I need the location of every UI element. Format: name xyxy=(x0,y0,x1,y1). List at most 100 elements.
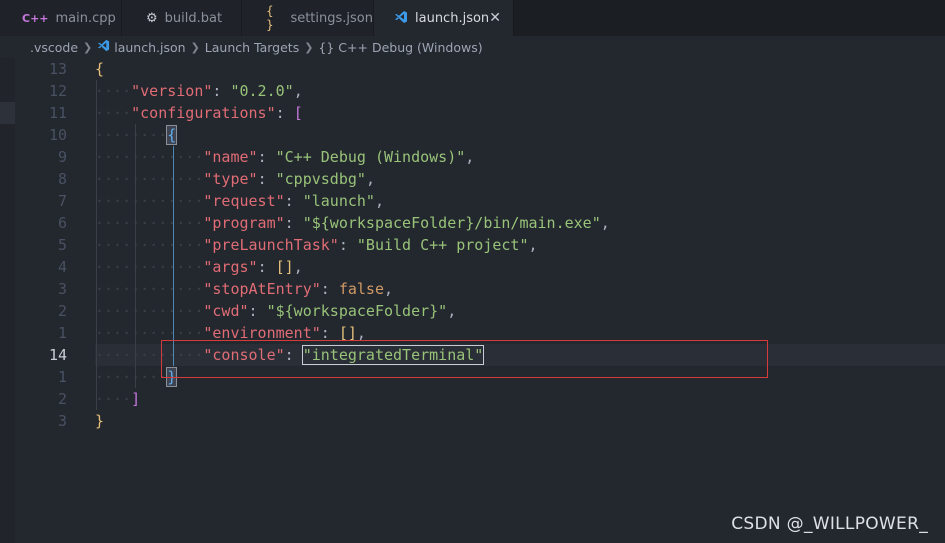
line-number: 5 xyxy=(57,236,67,254)
code-line[interactable]: 12 ····"version": "0.2.0", xyxy=(0,80,945,102)
breadcrumb-item[interactable]: {} C++ Debug (Windows) xyxy=(318,40,482,55)
whitespace-dots: ···· xyxy=(95,390,132,408)
code-token: , xyxy=(293,258,303,276)
code-token: [ xyxy=(293,104,303,122)
indent-guide xyxy=(96,80,97,410)
code-token: : xyxy=(284,192,303,210)
code-line[interactable]: 13 { xyxy=(0,58,945,80)
breadcrumb: .vscode ❯ launch.json ❯ Launch Targets ❯… xyxy=(0,36,945,58)
whitespace-dots: ············ xyxy=(95,236,204,254)
code-line[interactable]: 7 ············"request": "launch", xyxy=(0,190,945,212)
code-line[interactable]: 5 ············"preLaunchTask": "Build C++… xyxy=(0,234,945,256)
tab-label: launch.json xyxy=(415,10,490,26)
code-editor[interactable]: 13{12 ····"version": "0.2.0", 11 ····"confi… xyxy=(0,58,945,543)
tab-label: main.cpp xyxy=(55,10,116,26)
code-line[interactable]: 3 ············"stopAtEntry": false, xyxy=(0,278,945,300)
json-icon: { } xyxy=(266,4,274,32)
code-text[interactable]: ············"args": [], xyxy=(95,256,303,278)
tab-settings-json[interactable]: { } settings.json xyxy=(242,0,374,36)
code-token: ] xyxy=(131,390,141,408)
code-token: : xyxy=(257,258,276,276)
breadcrumb-section[interactable]: Launch Targets xyxy=(205,40,299,55)
tab-main-cpp[interactable]: C++ main.cpp xyxy=(0,0,122,36)
watermark: CSDN @_WILLPOWER_ xyxy=(731,514,928,534)
line-number: 1 xyxy=(57,324,67,342)
code-text[interactable]: ············"preLaunchTask": "Build C++ … xyxy=(95,234,538,256)
whitespace-dots: ···· xyxy=(95,82,132,100)
code-line[interactable]: 6 ············"program": "${workspaceFold… xyxy=(0,212,945,234)
tab-build-bat[interactable]: ⚙ build.bat xyxy=(122,0,242,36)
code-line[interactable]: 2 ····] xyxy=(0,388,945,410)
code-text[interactable]: ····"configurations": [ xyxy=(95,102,303,124)
code-text[interactable]: ············"name": "C++ Debug (Windows)… xyxy=(95,146,474,168)
code-token: : xyxy=(257,148,276,166)
whitespace-dots: ············ xyxy=(95,170,204,188)
line-number: 12 xyxy=(48,82,67,100)
line-number: 3 xyxy=(57,280,67,298)
code-token: : xyxy=(212,82,231,100)
line-number: 9 xyxy=(57,148,67,166)
gear-icon: ⚙ xyxy=(146,10,158,26)
code-token: { xyxy=(95,60,105,78)
code-text[interactable]: { xyxy=(95,58,104,80)
tab-bar: C++ main.cpp ⚙ build.bat { } settings.js… xyxy=(0,0,945,36)
code-text[interactable]: ············"cwd": "${workspaceFolder}", xyxy=(95,300,456,322)
code-text[interactable]: ····] xyxy=(95,388,140,410)
code-token: : xyxy=(257,170,276,188)
code-token: "cwd" xyxy=(203,302,249,320)
code-token: , xyxy=(293,82,303,100)
close-icon[interactable]: ✕ xyxy=(489,10,501,26)
code-token: "configurations" xyxy=(131,104,276,122)
code-token: , xyxy=(465,148,475,166)
code-text[interactable]: ············"stopAtEntry": false, xyxy=(95,278,393,300)
whitespace-dots: ············ xyxy=(95,214,204,232)
line-number: 13 xyxy=(48,60,67,78)
code-text[interactable]: } xyxy=(95,410,104,432)
whitespace-dots: ············ xyxy=(95,258,204,276)
line-number: 2 xyxy=(57,390,67,408)
line-number: 7 xyxy=(57,192,67,210)
line-number: 2 xyxy=(57,302,67,320)
code-line[interactable]: 11 ····"configurations": [ xyxy=(0,102,945,124)
code-token: : xyxy=(338,236,357,254)
tab-label: settings.json xyxy=(290,10,373,26)
code-line[interactable]: 9 ············"name": "C++ Debug (Windows… xyxy=(0,146,945,168)
code-text[interactable]: ············"type": "cppvsdbg", xyxy=(95,168,375,190)
tab-label: build.bat xyxy=(164,10,223,26)
code-token: [] xyxy=(275,258,294,276)
code-token: "cppvsdbg" xyxy=(275,170,366,188)
code-line[interactable]: 4 ············"args": [], xyxy=(0,256,945,278)
code-token: "stopAtEntry" xyxy=(203,280,321,298)
whitespace-dots: ············ xyxy=(95,302,204,320)
code-text[interactable]: ····"version": "0.2.0", xyxy=(95,80,303,102)
line-number: 3 xyxy=(57,412,67,430)
tab-launch-json[interactable]: launch.json ✕ xyxy=(374,0,514,36)
chevron-right-icon: ❯ xyxy=(190,40,200,54)
breadcrumb-folder[interactable]: .vscode xyxy=(30,40,78,55)
annotation-highlight-box xyxy=(161,340,768,378)
code-token: "name" xyxy=(203,148,258,166)
code-token: : xyxy=(248,302,267,320)
code-text[interactable]: ············"request": "launch", xyxy=(95,190,384,212)
code-line[interactable]: 10 ········{ xyxy=(0,124,945,146)
whitespace-dots: ········ xyxy=(95,368,168,386)
breadcrumb-file[interactable]: launch.json xyxy=(114,40,185,55)
chevron-right-icon: ❯ xyxy=(83,40,93,54)
line-number: 10 xyxy=(48,126,67,144)
code-line[interactable]: 3} xyxy=(0,410,945,432)
code-token: : xyxy=(320,280,339,298)
code-token: "args" xyxy=(203,258,258,276)
line-number: 8 xyxy=(57,170,67,188)
code-token: , xyxy=(447,302,457,320)
code-token: "0.2.0" xyxy=(230,82,294,100)
code-token: "preLaunchTask" xyxy=(203,236,339,254)
code-token: , xyxy=(528,236,538,254)
code-token: "launch" xyxy=(302,192,375,210)
code-line[interactable]: 8 ············"type": "cppvsdbg", xyxy=(0,168,945,190)
whitespace-dots: ············ xyxy=(95,192,204,210)
code-token: , xyxy=(374,192,384,210)
code-token: { xyxy=(166,125,178,145)
whitespace-dots: ············ xyxy=(95,280,204,298)
code-token: "request" xyxy=(203,192,285,210)
code-line[interactable]: 2 ············"cwd": "${workspaceFolder}"… xyxy=(0,300,945,322)
